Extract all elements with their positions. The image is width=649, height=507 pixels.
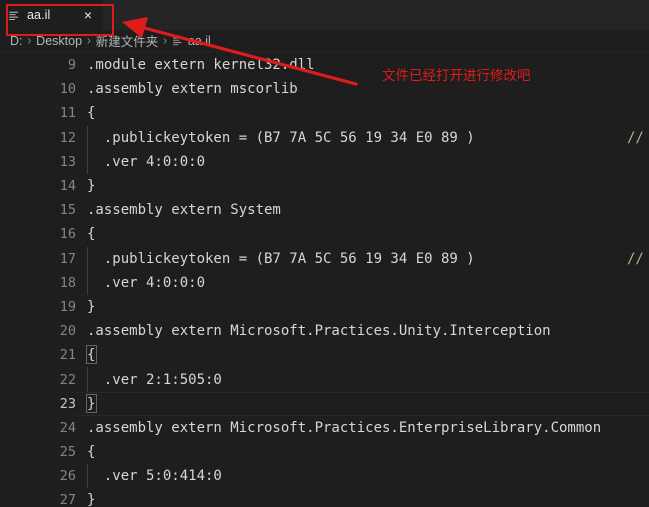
breadcrumb-item-drive[interactable]: D: <box>10 34 23 48</box>
line-number: 18 <box>59 274 76 291</box>
code-line[interactable]: 11 { <box>0 101 649 125</box>
code-line-text: } <box>76 396 649 412</box>
code-comment: // <box>627 250 644 267</box>
code-line-text: } <box>76 299 649 315</box>
code-token-run: .assembly extern mscorlib <box>87 81 298 98</box>
code-token-run: { <box>87 105 96 122</box>
chevron-right-icon: › <box>163 33 167 48</box>
code-line-text: } <box>76 178 649 194</box>
code-line-text: { <box>76 226 649 242</box>
code-line-text: .ver 4:0:0:0 <box>76 154 649 170</box>
file-lines-icon <box>9 11 19 20</box>
code-line[interactable]: 9 .module extern kernel32.dll <box>0 53 649 77</box>
chevron-right-icon: › <box>27 33 32 48</box>
code-token-run: .ver 4:0:0:0 <box>87 274 206 291</box>
line-number: 21 <box>59 347 76 364</box>
code-token-run: } <box>87 178 96 195</box>
line-number: 19 <box>59 298 76 315</box>
code-line[interactable]: 10 .assembly extern mscorlib <box>0 77 649 101</box>
code-token-run: { <box>87 444 96 461</box>
code-line[interactable]: 24 .assembly extern Microsoft.Practices.E… <box>0 416 649 440</box>
code-line[interactable]: 25 { <box>0 440 649 464</box>
breadcrumb-item-file[interactable]: aa.il <box>172 34 211 48</box>
code-line[interactable]: 21 { <box>0 343 649 367</box>
editor-tab-aa-il[interactable]: aa.il × <box>0 0 104 30</box>
line-number: 14 <box>59 178 76 195</box>
code-token-run: } <box>87 492 96 507</box>
editor-tab-label: aa.il <box>27 8 51 22</box>
code-line[interactable]: 16 { <box>0 222 649 246</box>
code-token-run: .ver 5:0:414:0 <box>87 468 222 485</box>
code-line-text: { <box>76 347 649 363</box>
code-line-text: .assembly extern mscorlib <box>76 81 649 97</box>
code-line[interactable]: 19} <box>0 295 649 319</box>
line-number: 13 <box>59 153 76 170</box>
code-line-text: .ver 2:1:505:0 <box>76 372 649 388</box>
code-line[interactable]: 13 .ver 4:0:0:0 <box>0 149 649 174</box>
code-editor[interactable]: 9 .module extern kernel32.dll 10 .assembly … <box>0 53 649 507</box>
line-number: 9 <box>67 57 76 74</box>
code-token-run: { <box>87 347 96 364</box>
code-token-run: .module extern kernel32.dll <box>87 57 315 74</box>
code-line[interactable]: 15 .assembly extern System <box>0 198 649 222</box>
code-token-run: .publickeytoken = (B7 7A 5C 56 19 34 E0 … <box>87 129 475 146</box>
breadcrumb: D: › Desktop › 新建文件夹 › aa.il <box>0 30 649 52</box>
line-number: 27 <box>59 492 76 507</box>
code-token-run: .assembly extern System <box>87 202 281 219</box>
code-line-text: .ver 5:0:414:0 <box>76 468 649 484</box>
code-token-run: .ver 4:0:0:0 <box>87 153 206 170</box>
code-line[interactable]: 12 .publickeytoken = (B7 7A 5C 56 19 34 … <box>0 125 649 150</box>
line-number: 20 <box>59 323 76 340</box>
line-number: 16 <box>59 226 76 243</box>
code-token-run: } <box>87 395 96 412</box>
vscode-window: 123si博客www.123si.org123si博客www.123si.org… <box>0 0 649 507</box>
code-token-run: .assembly extern Microsoft.Practices.Uni… <box>87 323 551 340</box>
line-number: 11 <box>59 105 76 122</box>
line-number: 12 <box>59 129 76 146</box>
code-line-text: } <box>76 492 649 507</box>
code-token-run: .assembly extern Microsoft.Practices.Ent… <box>87 419 602 436</box>
line-number: 22 <box>59 371 76 388</box>
code-token-run: .publickeytoken = (B7 7A 5C 56 19 34 E0 … <box>87 250 475 267</box>
breadcrumb-item-folder[interactable]: 新建文件夹 <box>96 31 159 50</box>
code-token-run: { <box>87 226 96 243</box>
code-token-run: } <box>87 298 96 315</box>
line-number: 17 <box>59 250 76 267</box>
code-comment: // <box>627 129 644 146</box>
breadcrumb-file-label: aa.il <box>187 33 211 48</box>
code-line-text: .publickeytoken = (B7 7A 5C 56 19 34 E0 … <box>76 130 649 146</box>
code-line[interactable]: 14} <box>0 174 649 198</box>
code-line[interactable]: 22 .ver 2:1:505:0 <box>0 367 649 392</box>
code-line[interactable]: 26 .ver 5:0:414:0 <box>0 464 649 489</box>
line-number: 23 <box>59 395 76 412</box>
code-line[interactable]: 23} <box>0 391 649 416</box>
line-number: 10 <box>59 81 76 98</box>
code-line-text: .assembly extern Microsoft.Practices.Ent… <box>76 420 649 436</box>
code-line-text: .module extern kernel32.dll <box>76 57 649 73</box>
line-number: 24 <box>59 419 76 436</box>
code-line[interactable]: 18 .ver 4:0:0:0 <box>0 270 649 295</box>
line-number: 15 <box>59 202 76 219</box>
code-line-text: .publickeytoken = (B7 7A 5C 56 19 34 E0 … <box>76 251 649 267</box>
code-line-text: .ver 4:0:0:0 <box>76 275 649 291</box>
code-line-text: { <box>76 444 649 460</box>
code-token-run: .ver 2:1:505:0 <box>87 371 222 388</box>
code-line-text: .assembly extern Microsoft.Practices.Uni… <box>76 323 649 339</box>
code-line-text: { <box>76 105 649 121</box>
line-number: 25 <box>59 444 76 461</box>
breadcrumb-item-desktop[interactable]: Desktop <box>36 34 82 48</box>
file-lines-icon <box>172 37 182 45</box>
chevron-right-icon: › <box>87 33 91 48</box>
code-line-text: .assembly extern System <box>76 202 649 218</box>
close-icon[interactable]: × <box>80 7 96 23</box>
code-line[interactable]: 17 .publickeytoken = (B7 7A 5C 56 19 34 … <box>0 246 649 271</box>
code-line[interactable]: 20 .assembly extern Microsoft.Practices.U… <box>0 319 649 343</box>
line-number: 26 <box>59 468 76 485</box>
code-line[interactable]: 27} <box>0 488 649 507</box>
editor-tab-bar: aa.il × <box>0 0 649 30</box>
